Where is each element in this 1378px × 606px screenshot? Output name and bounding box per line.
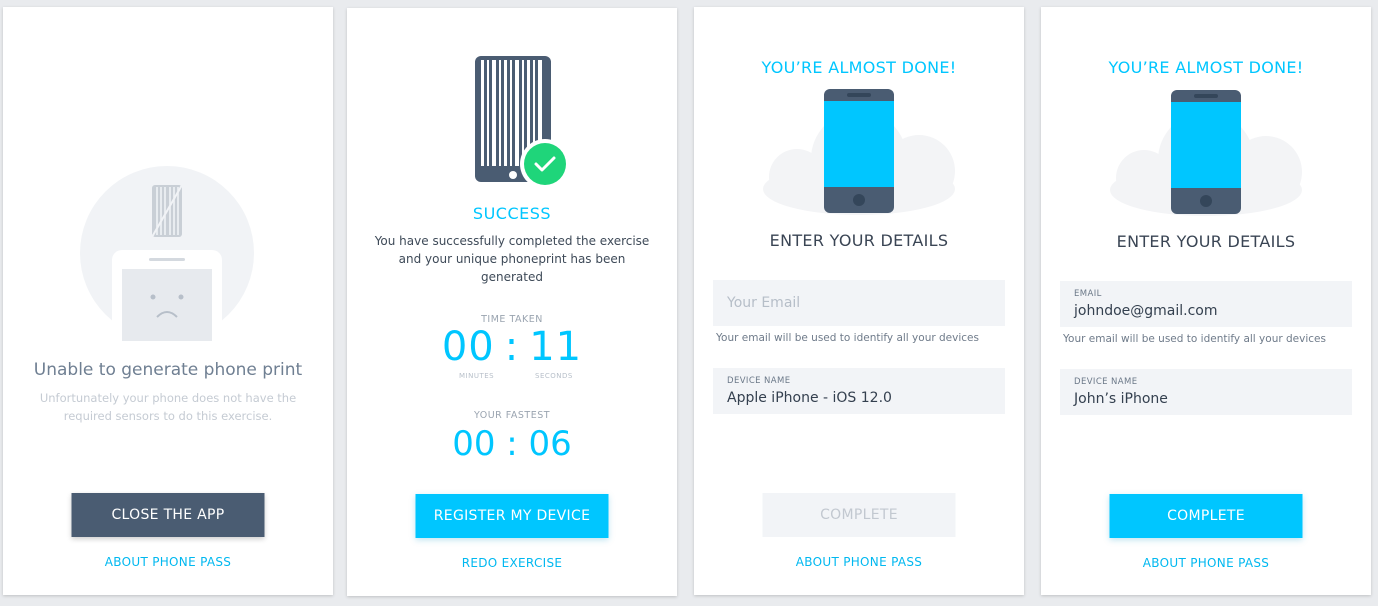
complete-button-disabled[interactable]: COMPLETE <box>762 493 956 537</box>
error-message-line: required sensors to do this exercise. <box>63 409 273 423</box>
details-empty-screen: YOU’RE ALMOST DONE! ENTER YOUR DETAILS Y… <box>694 7 1024 595</box>
close-app-button[interactable]: CLOSE THE APP <box>71 493 265 537</box>
phone-cloud-icon <box>763 89 955 215</box>
success-message: You have successfully completed the exer… <box>347 232 677 286</box>
barcode-phone-icon <box>475 56 570 189</box>
time-taken-value: 00 : 11 <box>347 324 677 370</box>
error-message-line: Unfortunately your phone does not have t… <box>39 391 297 405</box>
sad-phone-icon <box>80 166 254 341</box>
register-device-button[interactable]: REGISTER MY DEVICE <box>415 494 609 538</box>
redo-exercise-link[interactable]: REDO EXERCISE <box>347 556 677 570</box>
about-phone-pass-link[interactable]: ABOUT PHONE PASS <box>1041 556 1371 570</box>
error-message: Unfortunately your phone does not have t… <box>3 389 333 425</box>
email-field[interactable]: EMAIL johndoe@gmail.com <box>1060 281 1352 327</box>
almost-done-heading: YOU’RE ALMOST DONE! <box>761 58 957 77</box>
phone-cloud-icon <box>1110 90 1302 216</box>
device-name-field[interactable]: DEVICE NAME Apple iPhone - iOS 12.0 <box>713 368 1005 414</box>
almost-done-heading: YOU’RE ALMOST DONE! <box>1108 58 1304 77</box>
about-phone-pass-link[interactable]: ABOUT PHONE PASS <box>694 555 1024 569</box>
complete-button[interactable]: COMPLETE <box>1109 494 1303 538</box>
device-name-field[interactable]: DEVICE NAME John’s iPhone <box>1060 369 1352 415</box>
success-screen: SUCCESS You have successfully completed … <box>347 8 677 596</box>
email-placeholder: Your Email <box>727 295 801 311</box>
email-hint: Your email will be used to identify all … <box>716 332 979 344</box>
email-hint: Your email will be used to identify all … <box>1063 333 1326 345</box>
time-separator: : <box>504 324 520 370</box>
device-name-label: DEVICE NAME <box>1074 377 1138 387</box>
success-message-line: and your unique phoneprint has been <box>398 252 626 266</box>
seconds-label: SECONDS <box>535 372 573 380</box>
fastest-time: 00 : 06 <box>452 424 572 464</box>
about-phone-pass-link[interactable]: ABOUT PHONE PASS <box>3 555 333 569</box>
error-title: Unable to generate phone print <box>33 360 303 380</box>
minutes-label: MINUTES <box>459 372 495 380</box>
email-label: EMAIL <box>1074 289 1102 299</box>
email-value: johndoe@gmail.com <box>1074 303 1218 319</box>
error-screen: Unable to generate phone print Unfortuna… <box>3 7 333 595</box>
checkmark-icon <box>524 143 566 185</box>
device-name-value: John’s iPhone <box>1074 391 1168 407</box>
enter-details-heading: ENTER YOUR DETAILS <box>769 231 949 250</box>
device-name-value: Apple iPhone - iOS 12.0 <box>727 390 892 406</box>
fastest-label: YOUR FASTEST <box>473 410 551 421</box>
enter-details-heading: ENTER YOUR DETAILS <box>1116 232 1296 251</box>
success-message-line: generated <box>481 270 543 284</box>
details-filled-screen: YOU’RE ALMOST DONE! ENTER YOUR DETAILS E… <box>1041 7 1371 595</box>
success-message-line: You have successfully completed the exer… <box>374 234 650 248</box>
success-heading: SUCCESS <box>472 204 552 223</box>
device-name-label: DEVICE NAME <box>727 376 791 386</box>
time-seconds: 11 <box>529 324 583 370</box>
email-field[interactable]: Your Email <box>713 280 1005 326</box>
time-minutes: 00 <box>441 324 495 370</box>
